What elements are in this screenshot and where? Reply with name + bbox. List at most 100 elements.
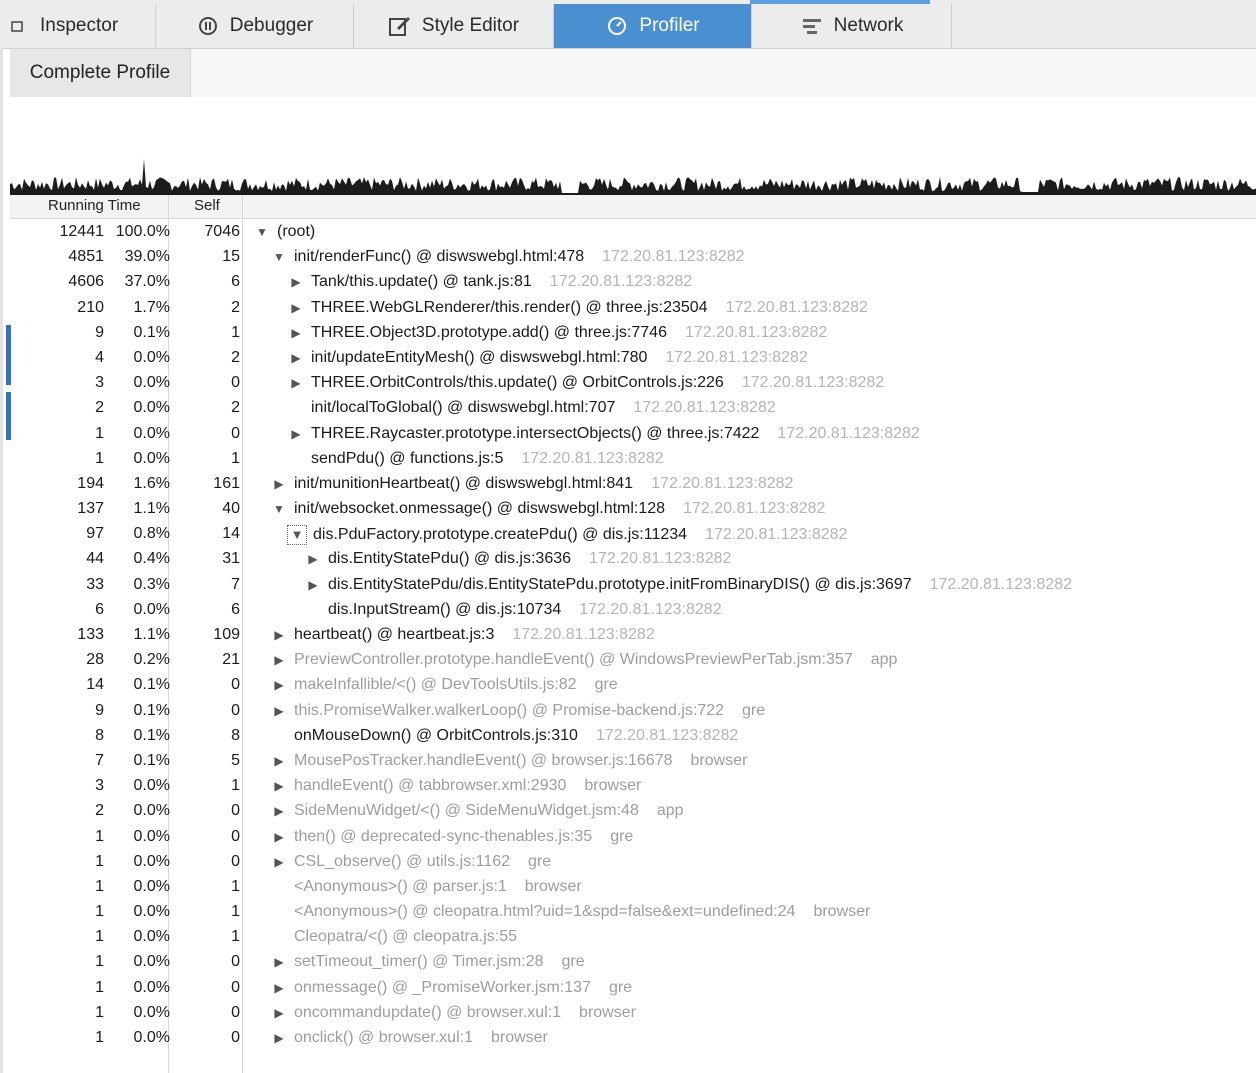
table-row[interactable]: 1 0.0% 0 ▶ oncommandupdate() @ browser.xul:1… — [10, 1001, 1256, 1026]
function-name: oncommandupdate() @ browser.xul:1 — [294, 1003, 562, 1021]
twisty-collapsed-icon[interactable]: ▶ — [270, 653, 288, 667]
running-time-percent: 1.1% — [133, 500, 170, 518]
tab-network[interactable]: Network — [752, 4, 952, 48]
table-row[interactable]: 194 1.6% 161 ▶ init/munitionHeartbeat() @ di… — [10, 472, 1256, 497]
twisty-collapsed-icon[interactable]: ▶ — [270, 678, 288, 692]
running-time-value: 97 — [86, 525, 104, 543]
twisty-collapsed-icon[interactable]: ▶ — [270, 955, 288, 969]
table-row[interactable]: 3 0.0% 1 ▶ handleEvent() @ tabbrowser.xml:29… — [10, 774, 1256, 799]
table-row[interactable]: 4606 37.0% 6 ▶ Tank/this.update() @ tank.js:… — [10, 270, 1256, 295]
twisty-collapsed-icon[interactable]: ▶ — [287, 326, 305, 340]
function-cell: <Anonymous>() @ cleopatra.html?uid=1&spd… — [270, 903, 870, 921]
table-row[interactable]: 1 0.0% 1 Cleopatra/<() @ cleopatra.js:55 — [10, 925, 1256, 950]
function-cell: ▶ makeInfallible/<() @ DevToolsUtils.js:8… — [270, 676, 617, 694]
running-time-value: 2 — [95, 399, 104, 417]
table-row[interactable]: 9 0.1% 1 ▶ THREE.Object3D.prototype.add() @ … — [10, 321, 1256, 346]
self-time-value: 2 — [231, 348, 240, 366]
table-row[interactable]: 2 0.0% 2 init/localToGlobal() @ diswswebgl.… — [10, 396, 1256, 421]
table-row[interactable]: 210 1.7% 2 ▶ THREE.WebGLRenderer/this.render… — [10, 296, 1256, 321]
function-cell: ▶ init/munitionHeartbeat() @ diswswebgl.h… — [270, 475, 793, 493]
table-row[interactable]: 4 0.0% 2 ▶ init/updateEntityMesh() @ diswswe… — [10, 346, 1256, 371]
tab-debugger[interactable]: Debugger — [156, 4, 354, 48]
tab-style-editor[interactable]: Style Editor — [354, 4, 554, 48]
running-time-value: 44 — [86, 550, 104, 568]
table-row[interactable]: 44 0.4% 31 ▶ dis.EntityStatePdu() @ dis.js:3… — [10, 547, 1256, 572]
complete-profile-tab[interactable]: Complete Profile — [10, 49, 191, 97]
twisty-expanded-icon[interactable]: ▼ — [270, 502, 288, 516]
twisty-collapsed-icon[interactable]: ▶ — [270, 704, 288, 718]
twisty-collapsed-icon[interactable]: ▶ — [287, 301, 305, 315]
table-row[interactable]: 28 0.2% 21 ▶ PreviewController.prototype.han… — [10, 648, 1256, 673]
table-row[interactable]: 7 0.1% 5 ▶ MousePosTracker.handleEvent() @ b… — [10, 749, 1256, 774]
tree-header: Running Time Self — [10, 195, 1256, 219]
function-name: setTimeout_timer() @ Timer.jsm:28 — [294, 953, 544, 971]
twisty-collapsed-icon[interactable]: ▶ — [270, 830, 288, 844]
function-name: onclick() @ browser.xul:1 — [294, 1029, 473, 1046]
running-time-percent: 0.0% — [133, 600, 170, 618]
twisty-collapsed-icon[interactable]: ▶ — [270, 754, 288, 768]
function-source-host: 172.20.81.123:8282 — [741, 374, 885, 392]
self-header[interactable]: Self — [194, 197, 220, 214]
running-time-value: 1 — [95, 928, 104, 946]
profiler-icon — [605, 14, 629, 38]
function-cell: ▶ THREE.OrbitControls/this.update() @ Orb… — [287, 374, 884, 392]
table-row[interactable]: 1 0.0% 0 ▶ CSL_observe() @ utils.js:1162 gre — [10, 850, 1256, 875]
table-row[interactable]: 137 1.1% 40 ▼ init/websocket.onmessage() @ d… — [10, 497, 1256, 522]
table-row[interactable]: 1 0.0% 0 ▶ then() @ deprecated-sync-thenable… — [10, 825, 1256, 850]
self-time-value: 1 — [231, 777, 240, 795]
running-time-value: 1 — [95, 424, 104, 442]
table-row[interactable]: 6 0.0% 6 dis.InputStream() @ dis.js:10734 17… — [10, 598, 1256, 623]
table-row[interactable]: 1 0.0% 0 ▶ THREE.Raycaster.prototype.interse… — [10, 422, 1256, 447]
twisty-collapsed-icon[interactable]: ▶ — [287, 275, 305, 289]
table-row[interactable]: 1 0.0% 1 sendPdu() @ functions.js:5 172.20.8… — [10, 447, 1256, 472]
running-time-header[interactable]: Running Time — [48, 197, 141, 214]
running-time-value: 1 — [95, 1029, 104, 1046]
table-row[interactable]: 33 0.3% 7 ▶ dis.EntityStatePdu/dis.EntitySta… — [10, 573, 1256, 598]
tab-label: Inspector — [40, 15, 119, 36]
twisty-collapsed-icon[interactable]: ▶ — [270, 1031, 288, 1045]
table-row[interactable]: 9 0.1% 0 ▶ this.PromiseWalker.walkerLoop() @… — [10, 699, 1256, 724]
twisty-collapsed-icon[interactable]: ▶ — [287, 351, 305, 365]
table-row[interactable]: 1 0.0% 1 <Anonymous>() @ parser.js:1 browser — [10, 875, 1256, 900]
self-time-value: 0 — [231, 424, 240, 442]
twisty-expanded-icon[interactable]: ▼ — [270, 250, 288, 264]
table-row[interactable]: 1 0.0% 0 ▶ onmessage() @ _PromiseWorker.jsm:… — [10, 976, 1256, 1001]
tab-label: Debugger — [229, 15, 314, 36]
function-name: dis.PduFactory.prototype.createPdu() @ d… — [313, 526, 688, 544]
table-row[interactable]: 12441 100.0% 7046 ▼ (root) — [10, 220, 1256, 245]
twisty-collapsed-icon[interactable]: ▶ — [270, 1006, 288, 1020]
table-row[interactable]: 1 0.0% 0 ▶ setTimeout_timer() @ Timer.jsm:28… — [10, 950, 1256, 975]
twisty-collapsed-icon[interactable]: ▶ — [270, 628, 288, 642]
table-row[interactable]: 97 0.8% 14 ▼ dis.PduFactory.prototype.create… — [10, 522, 1256, 547]
twisty-collapsed-icon[interactable]: ▶ — [304, 552, 322, 566]
table-row[interactable]: 4851 39.0% 15 ▼ init/renderFunc() @ diswsweb… — [10, 245, 1256, 270]
table-row[interactable]: 8 0.1% 8 onMouseDown() @ OrbitControls.js:3… — [10, 724, 1256, 749]
table-row[interactable]: 2 0.0% 0 ▶ SideMenuWidget/<() @ SideMenuWidg… — [10, 799, 1256, 824]
twisty-expanded-icon[interactable]: ▼ — [287, 525, 307, 546]
self-time-value: 8 — [231, 726, 240, 744]
tab-inspector[interactable]: Inspector — [0, 4, 156, 48]
tab-profiler[interactable]: Profiler — [554, 4, 752, 48]
table-row[interactable]: 14 0.1% 0 ▶ makeInfallible/<() @ DevToolsUti… — [10, 673, 1256, 698]
twisty-collapsed-icon[interactable]: ▶ — [270, 855, 288, 869]
twisty-collapsed-icon[interactable]: ▶ — [287, 427, 305, 441]
function-name: this.PromiseWalker.walkerLoop() @ Promis… — [294, 701, 725, 719]
function-source-host: 172.20.81.123:8282 — [512, 626, 655, 643]
twisty-collapsed-icon[interactable]: ▶ — [270, 981, 288, 995]
function-source-host: browser — [524, 877, 582, 895]
table-row[interactable]: 1 0.0% 1 <Anonymous>() @ cleopatra.html?uid… — [10, 900, 1256, 925]
twisty-expanded-icon[interactable]: ▼ — [253, 225, 271, 239]
table-row[interactable]: 133 1.1% 109 ▶ heartbeat() @ heartbeat.js:3 1… — [10, 623, 1256, 648]
function-source-host: browser — [690, 751, 748, 769]
table-row[interactable]: 1 0.0% 0 ▶ onclick() @ browser.xul:1 browser — [10, 1026, 1256, 1051]
twisty-collapsed-icon[interactable]: ▶ — [270, 477, 288, 491]
twisty-collapsed-icon[interactable]: ▶ — [287, 376, 305, 390]
profile-activity-graph[interactable] — [10, 97, 1256, 196]
twisty-collapsed-icon[interactable]: ▶ — [270, 804, 288, 818]
function-name: dis.EntityStatePdu/dis.EntityStatePdu.pr… — [328, 575, 912, 593]
twisty-collapsed-icon[interactable]: ▶ — [304, 578, 322, 592]
table-row[interactable]: 3 0.0% 0 ▶ THREE.OrbitControls/this.update()… — [10, 371, 1256, 396]
twisty-collapsed-icon[interactable]: ▶ — [270, 779, 288, 793]
function-cell: ▶ setTimeout_timer() @ Timer.jsm:28 gre — [270, 953, 584, 971]
running-time-percent: 1.6% — [133, 474, 170, 492]
